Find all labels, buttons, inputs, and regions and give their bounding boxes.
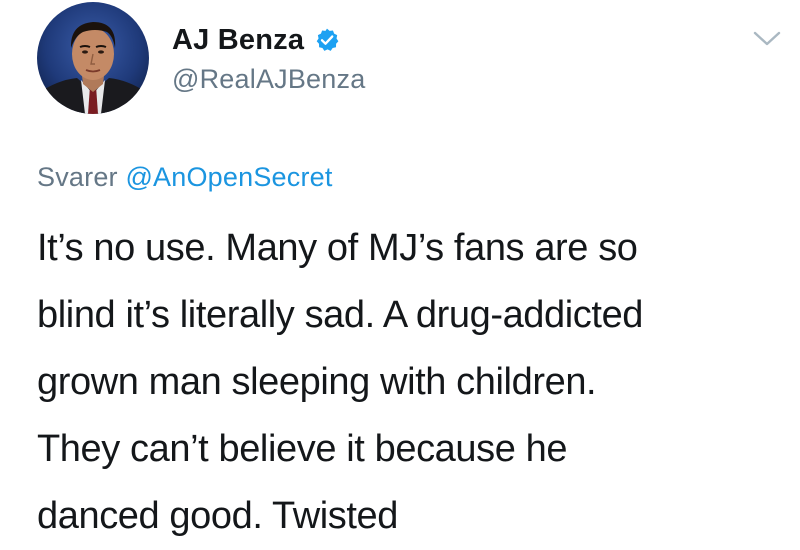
reply-prefix: Svarer xyxy=(37,162,118,192)
avatar-image xyxy=(37,2,149,114)
tweet-text-line: They can’t believe it because he xyxy=(37,428,568,470)
tweet-text: It’s no use. Many of MJ’s fans are so bl… xyxy=(37,215,777,550)
verified-badge-icon xyxy=(314,27,340,53)
display-name[interactable]: AJ Benza xyxy=(172,24,304,57)
tweet-text-line: grown man sleeping with children. xyxy=(37,361,597,403)
avatar[interactable] xyxy=(37,2,149,114)
tweet-text-line: blind it’s literally sad. A drug-addicte… xyxy=(37,294,644,336)
tweet-text-line: danced good. Twisted xyxy=(37,495,399,537)
author-handle[interactable]: @RealAJBenza xyxy=(172,64,365,95)
author-name-row[interactable]: AJ Benza xyxy=(172,20,340,60)
chevron-down-icon[interactable] xyxy=(752,28,782,50)
reply-mention-link[interactable]: @AnOpenSecret xyxy=(125,162,332,192)
reply-context: Svarer @AnOpenSecret xyxy=(37,162,333,193)
tweet-card: AJ Benza @RealAJBenza Svarer @AnOpenSecr… xyxy=(0,0,800,543)
tweet-text-line: It’s no use. Many of MJ’s fans are so xyxy=(37,227,638,269)
